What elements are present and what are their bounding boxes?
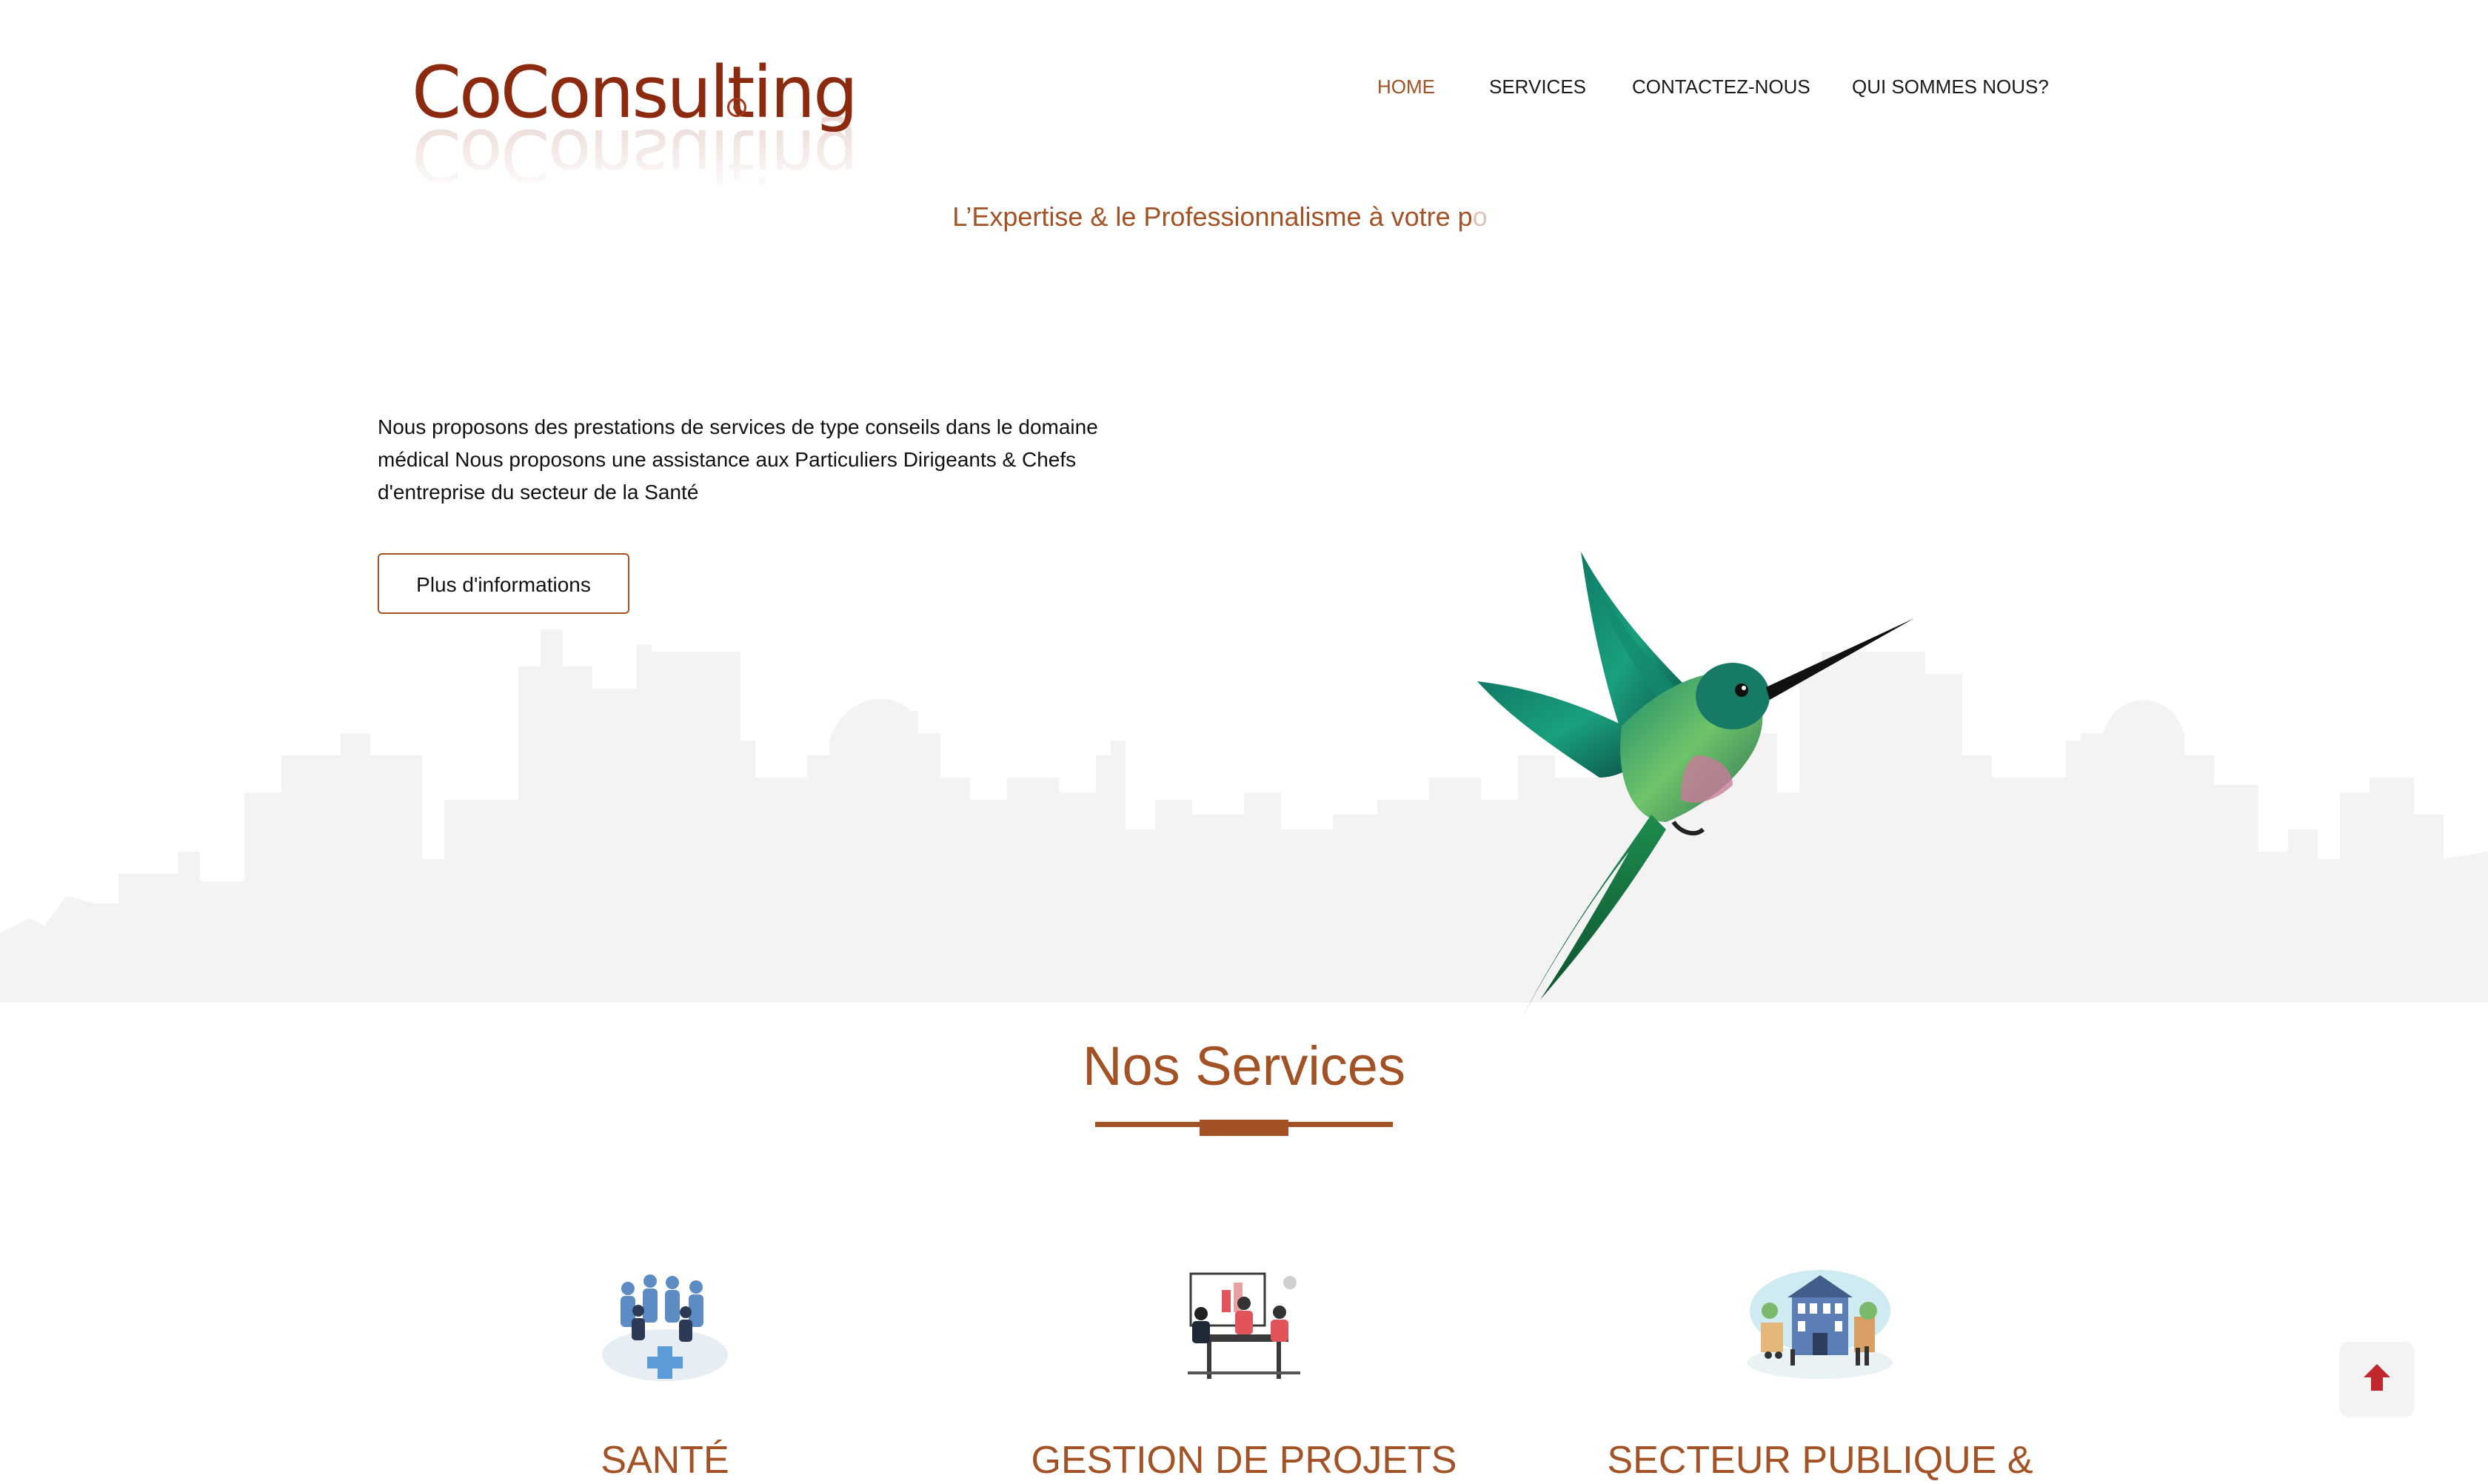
arrow-up-icon: [2364, 1364, 2390, 1391]
city-hall-icon[interactable]: [1746, 1259, 1894, 1385]
service-title-secteur-publique[interactable]: SECTEUR PUBLIQUE &: [1539, 1437, 2101, 1484]
hero-description: Nous proposons des prestations de servic…: [378, 415, 1098, 504]
services-title: Nos Services: [1083, 1035, 1405, 1097]
tagline-main: L’Expertise & le Professionnalisme à vot…: [952, 201, 1473, 232]
city-skyline-background: [0, 629, 2488, 1003]
nav-home[interactable]: HOME: [1377, 74, 1435, 99]
service-title-gestion[interactable]: GESTION DE PROJETS: [963, 1437, 1525, 1484]
scroll-top-button[interactable]: [2340, 1342, 2414, 1416]
meeting-presentation-icon[interactable]: [1170, 1260, 1318, 1386]
title-divider: [1095, 1120, 1393, 1136]
site-logo[interactable]: CoConsulting CoConsulting ®: [412, 52, 858, 196]
hummingbird-icon: [1477, 552, 1914, 1018]
nav-about[interactable]: QUI SOMMES NOUS?: [1852, 74, 2049, 99]
nav-services[interactable]: SERVICES: [1489, 74, 1586, 99]
nav-contact[interactable]: CONTACTEZ-NOUS: [1632, 74, 1810, 99]
service-title-sante[interactable]: SANTÉ: [384, 1437, 946, 1484]
logo-reflection: CoConsulting: [412, 113, 856, 196]
more-info-button[interactable]: Plus d'informations: [378, 553, 629, 614]
tagline-fade: o: [1472, 201, 1488, 232]
medical-team-icon[interactable]: [591, 1259, 739, 1385]
tagline: L’Expertise & le Professionnalisme à vot…: [0, 200, 2440, 234]
main-nav: HOME SERVICES CONTACTEZ-NOUS QUI SOMMES …: [0, 74, 2488, 104]
divider-accent: [1200, 1120, 1288, 1136]
